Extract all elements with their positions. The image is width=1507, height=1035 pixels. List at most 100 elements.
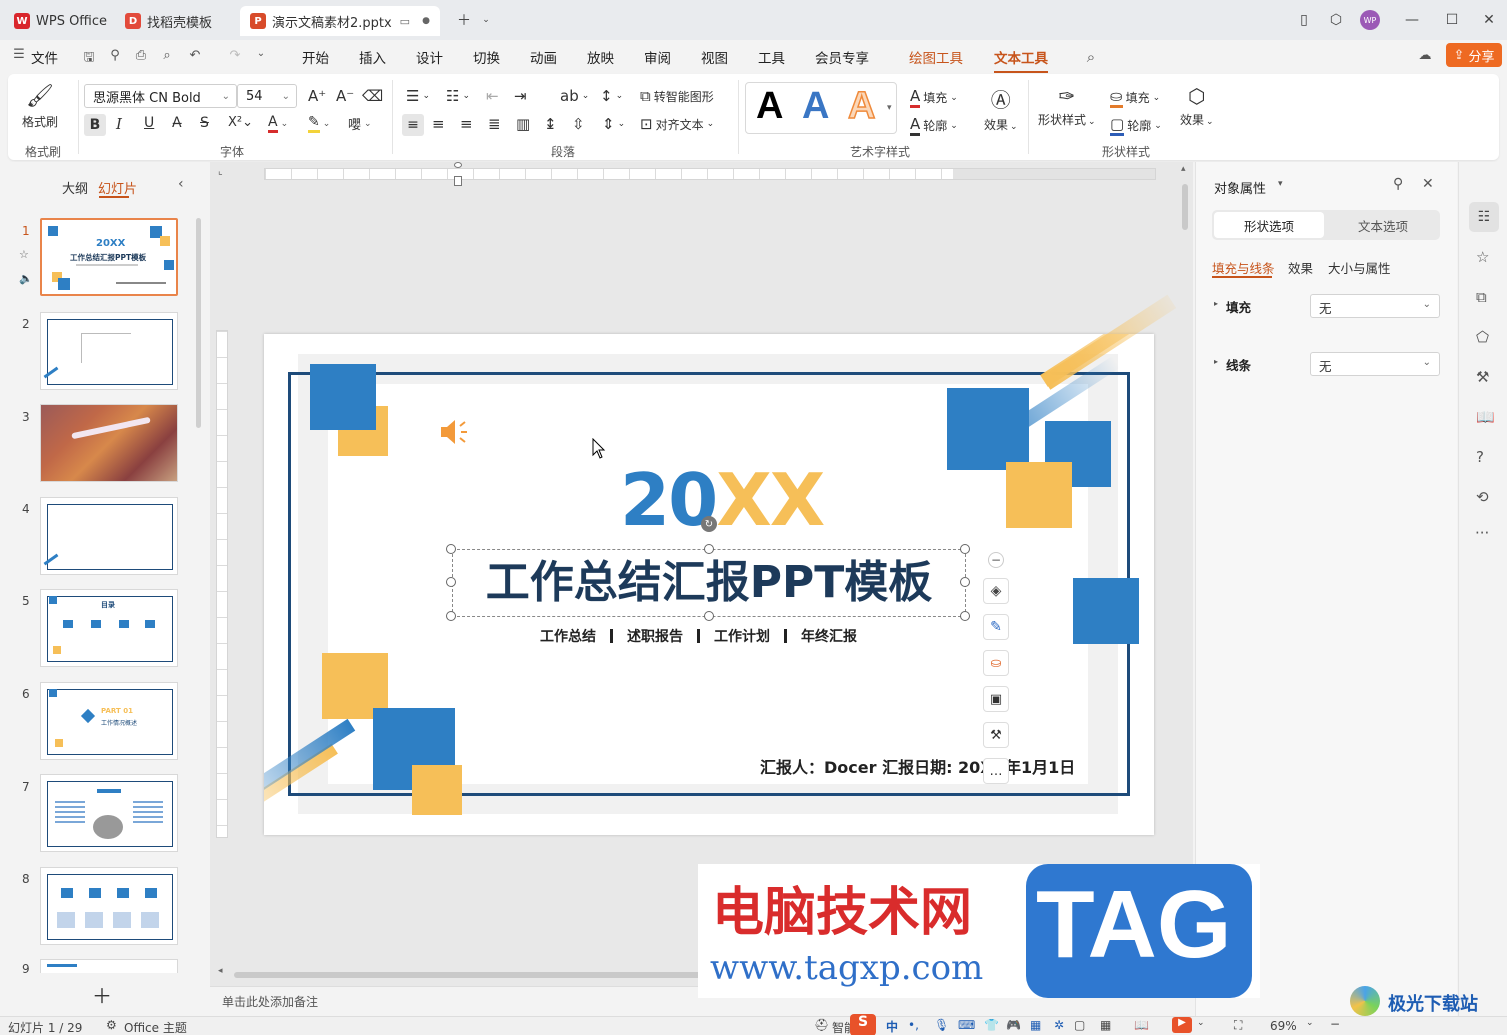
numbered-list-button[interactable]: ☷ ⌄ bbox=[446, 87, 470, 105]
slide-year[interactable]: 20XX bbox=[620, 458, 825, 542]
text-direction-button[interactable]: ab ⌄ bbox=[560, 87, 589, 105]
scroll-up-icon[interactable]: ▴ bbox=[1181, 164, 1186, 174]
resize-handle[interactable] bbox=[446, 611, 456, 621]
menu-view[interactable]: 视图 bbox=[701, 47, 728, 67]
copy-icon[interactable]: ⧉ bbox=[1476, 288, 1487, 306]
ime-cn-icon[interactable]: 中 bbox=[886, 1018, 898, 1035]
font-shrink-button[interactable]: A⁻ bbox=[336, 87, 357, 105]
art-style-gallery[interactable]: A A A ▾ bbox=[745, 82, 897, 134]
fit-window-icon[interactable]: ⛶ bbox=[1234, 1018, 1242, 1033]
horizontal-scrollbar[interactable] bbox=[234, 972, 704, 978]
theme-name[interactable]: Office 主题 bbox=[124, 1019, 187, 1035]
tools-icon[interactable]: ⚒ bbox=[1476, 368, 1489, 386]
font-grow-button[interactable]: A⁺ bbox=[308, 87, 329, 105]
menu-text-tools[interactable]: 文本工具 bbox=[994, 47, 1048, 73]
shape-fill-button[interactable]: ⛀ 填充 ⌄ bbox=[1110, 87, 1160, 108]
cube-icon[interactable]: ⬡ bbox=[1324, 8, 1348, 32]
menu-drawing-tools[interactable]: 绘图工具 bbox=[909, 47, 963, 67]
save-icon[interactable]: 🖫 bbox=[80, 48, 98, 65]
resize-handle[interactable] bbox=[960, 577, 970, 587]
clear-format-button[interactable]: ⌫ bbox=[362, 87, 386, 105]
font-name-select[interactable]: 思源黑体 CN Bold ⌄ bbox=[84, 84, 237, 108]
outline-box-icon[interactable]: ▣ bbox=[983, 686, 1009, 712]
new-tab-icon[interactable]: ＋ bbox=[452, 8, 476, 32]
tab-shape-options[interactable]: 形状选项 bbox=[1214, 212, 1324, 238]
superscript-button[interactable]: X²⌄ bbox=[228, 115, 253, 130]
layers-icon[interactable]: ◈ bbox=[983, 578, 1009, 604]
indent-marker-icon[interactable] bbox=[454, 162, 462, 190]
columns-button[interactable]: ▥ bbox=[516, 115, 533, 133]
slide-thumbnail-3[interactable] bbox=[40, 404, 178, 482]
add-slide-icon[interactable]: ＋ bbox=[92, 980, 112, 1009]
shirt-icon[interactable]: 👕 bbox=[984, 1018, 999, 1032]
vertical-scrollbar[interactable] bbox=[1182, 184, 1188, 230]
shape-outline-button[interactable]: ▢ 轮廓 ⌄ bbox=[1110, 115, 1162, 136]
font-size-select[interactable]: 54 ⌄ bbox=[237, 84, 297, 108]
menu-design[interactable]: 设计 bbox=[416, 47, 443, 67]
menu-animation[interactable]: 动画 bbox=[530, 47, 557, 67]
vertical-ruler[interactable] bbox=[216, 330, 228, 838]
slide-thumbnail-2[interactable] bbox=[40, 312, 178, 390]
decrease-indent-button[interactable]: ⇤ bbox=[486, 87, 502, 105]
art-style-blue[interactable]: A bbox=[802, 85, 829, 128]
align-center-button[interactable]: ≡ bbox=[432, 115, 448, 133]
tab-document[interactable]: P 演示文稿素材2.pptx ▭ ● bbox=[240, 6, 440, 36]
text-outline-button[interactable]: A 轮廓 ⌄ bbox=[910, 115, 958, 136]
panel-scrollbar[interactable] bbox=[196, 218, 201, 428]
book-icon[interactable]: 📖 bbox=[1476, 408, 1495, 426]
ime-logo-icon[interactable]: S bbox=[850, 1014, 876, 1035]
resize-handle[interactable] bbox=[960, 544, 970, 554]
sync-icon[interactable]: ⟲ bbox=[1476, 488, 1489, 506]
art-style-black[interactable]: A bbox=[756, 85, 783, 128]
menu-member[interactable]: 会员专享 bbox=[815, 47, 869, 67]
highlight-button[interactable]: ✎ ⌄ bbox=[308, 114, 330, 133]
preview-icon[interactable]: ⌕ bbox=[158, 48, 176, 64]
slide-thumbnail-8[interactable] bbox=[40, 867, 178, 945]
settings-icon[interactable]: ✲ bbox=[1054, 1018, 1064, 1032]
keyboard-icon[interactable]: ⌨ bbox=[958, 1018, 975, 1032]
zoom-value[interactable]: 69% bbox=[1270, 1019, 1297, 1033]
mic-icon[interactable]: 🎙 bbox=[934, 1018, 949, 1032]
subtab-size[interactable]: 大小与属性 bbox=[1328, 258, 1391, 277]
para-spacing-button[interactable]: ⇳ bbox=[572, 115, 588, 133]
more-chevron-icon[interactable]: ⌄ bbox=[252, 48, 270, 64]
undo-icon[interactable]: ↶ bbox=[186, 48, 204, 64]
bullet-list-button[interactable]: ☰ ⌄ bbox=[406, 87, 430, 105]
bold-button[interactable]: B bbox=[84, 114, 106, 136]
shape-effect-button[interactable]: ⬡ 效果 ⌄ bbox=[1180, 84, 1214, 128]
maximize-icon[interactable]: ☐ bbox=[1440, 8, 1464, 32]
slide-title[interactable]: 工作总结汇报PPT模板 bbox=[452, 546, 966, 610]
text-effect-button[interactable]: Ⓐ 效果 ⌄ bbox=[984, 84, 1018, 133]
layout-icon[interactable]: ▯ bbox=[1292, 8, 1316, 32]
play-slideshow-icon[interactable]: ▶ bbox=[1172, 1017, 1192, 1033]
slide-thumbnail-6[interactable]: PART 01 工作情况概述 bbox=[40, 682, 178, 760]
pin-icon[interactable]: ⚲ bbox=[1393, 176, 1403, 192]
justify-button[interactable]: ≣ bbox=[488, 115, 504, 133]
italic-button[interactable]: I bbox=[116, 115, 122, 133]
fill-bucket-icon[interactable]: ⛀ bbox=[983, 650, 1009, 676]
tab-text-options[interactable]: 文本选项 bbox=[1328, 212, 1438, 238]
avatar[interactable]: WP bbox=[1358, 8, 1382, 32]
zoom-chevron-icon[interactable]: ⌄ bbox=[1306, 1018, 1314, 1028]
slide-thumbnail-1[interactable]: 20XX 工作总结汇报PPT模板 bbox=[40, 218, 178, 296]
more-icon[interactable]: ··· bbox=[1475, 524, 1489, 542]
resize-handle[interactable] bbox=[446, 577, 456, 587]
ime-punct-icon[interactable]: •, bbox=[908, 1018, 919, 1032]
fill-select[interactable]: 无 ⌄ bbox=[1310, 294, 1440, 318]
resize-handle[interactable] bbox=[960, 611, 970, 621]
shape-icon[interactable]: ⬠ bbox=[1476, 328, 1489, 346]
cloud-icon[interactable]: ☁ bbox=[1416, 48, 1434, 64]
panel-close-icon[interactable]: ✕ bbox=[1422, 176, 1434, 192]
search-icon[interactable]: ⌕ bbox=[1082, 48, 1100, 66]
grid-icon[interactable]: ▦ bbox=[1030, 1018, 1041, 1032]
increase-indent-button[interactable]: ⇥ bbox=[514, 87, 530, 105]
menu-start[interactable]: 开始 bbox=[302, 47, 329, 67]
phonetic-button[interactable]: 嚶 ⌄ bbox=[348, 114, 372, 133]
share-button[interactable]: ⇪ 分享 bbox=[1446, 43, 1502, 67]
slide-thumbnail-9[interactable] bbox=[40, 959, 178, 973]
link-icon[interactable]: ⚲ bbox=[106, 48, 124, 64]
magic-wand-icon[interactable]: ⚒ bbox=[983, 722, 1009, 748]
slide-thumbnail-7[interactable] bbox=[40, 774, 178, 852]
slide-canvas[interactable]: 20XX 工作总结汇报PPT模板 ↻ 工作总结 述职报告 工作计划 年终汇报 汇… bbox=[264, 334, 1154, 835]
resize-handle[interactable] bbox=[704, 544, 714, 554]
